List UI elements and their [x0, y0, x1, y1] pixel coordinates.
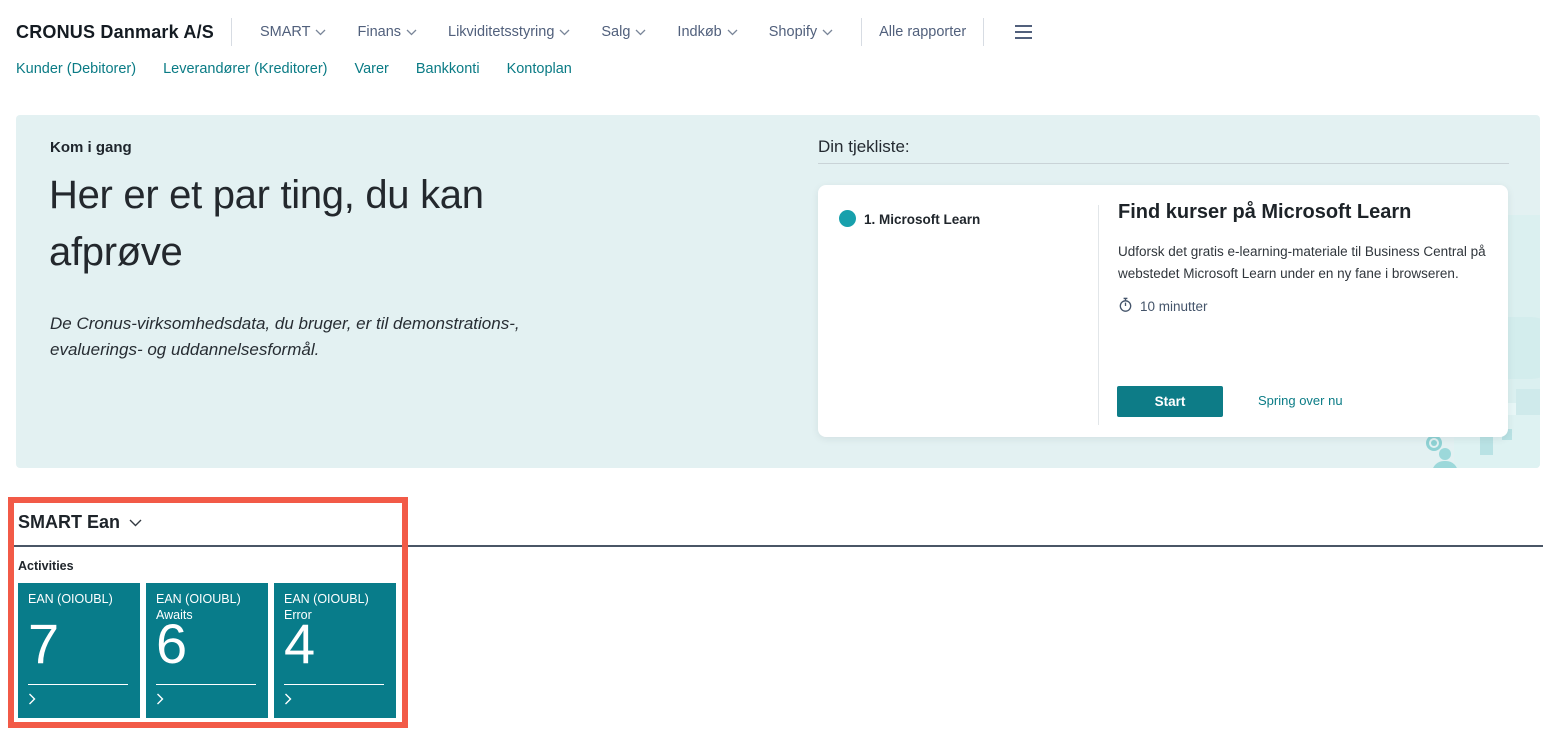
decor-block: [1480, 435, 1493, 455]
hero-title: Her er et par ting, du kan afprøve: [49, 173, 484, 274]
tile-ean-oioubl-awaits[interactable]: EAN (OIOUBL) Awaits 6: [146, 583, 268, 718]
gear-illustration: [1426, 435, 1442, 451]
activities-tiles: EAN (OIOUBL) 7 EAN (OIOUBL) Awaits 6 EAN …: [18, 583, 396, 718]
section-rule: [14, 545, 1543, 547]
nav-menu-finans[interactable]: Finans: [357, 24, 417, 40]
checklist-card-description: Udforsk det gratis e-learning-materiale …: [1118, 244, 1486, 281]
company-name[interactable]: CRONUS Danmark A/S: [16, 22, 214, 43]
link-varer[interactable]: Varer: [354, 61, 388, 77]
chevron-down-icon: [406, 29, 417, 36]
chevron-down-icon: [822, 29, 833, 36]
top-navigation: CRONUS Danmark A/S SMART Finans Likvidit…: [16, 16, 1033, 48]
nav-menu-label: Likviditetsstyring: [448, 24, 555, 40]
chevron-down-icon: [315, 29, 326, 36]
divider: [861, 18, 863, 46]
nav-menu-label: SMART: [259, 24, 311, 40]
divider: [230, 18, 232, 46]
chevron-right-icon: [284, 692, 292, 710]
nav-menu-indkob[interactable]: Indkøb: [677, 24, 738, 40]
business-central-home: CRONUS Danmark A/S SMART Finans Likvidit…: [0, 0, 1543, 741]
nav-all-reports[interactable]: Alle rapporter: [879, 24, 966, 40]
checklist-item-microsoft-learn[interactable]: 1. Microsoft Learn: [864, 212, 980, 227]
nav-menu-likviditetsstyring[interactable]: Likviditetsstyring: [448, 24, 570, 40]
sub-navigation: Kunder (Debitorer) Leverandører (Kredito…: [16, 61, 572, 77]
activities-label: Activities: [18, 559, 74, 573]
checklist-header: Din tjekliste:: [818, 137, 910, 156]
chevron-down-icon: [635, 29, 646, 36]
gear-illustration: [1431, 440, 1437, 446]
chevron-down-icon: [129, 519, 142, 527]
smart-ean-section-header[interactable]: SMART Ean: [18, 512, 142, 533]
chevron-down-icon: [559, 29, 570, 36]
tile-ean-oioubl[interactable]: EAN (OIOUBL) 7: [18, 583, 140, 718]
person-illustration: [1432, 461, 1458, 468]
hero-subtitle: De Cronus-virksomhedsdata, du bruger, er…: [50, 314, 520, 359]
hamburger-menu-icon[interactable]: [1015, 25, 1033, 39]
nav-menu-label: Salg: [601, 24, 631, 40]
tile-value: 7: [28, 612, 60, 675]
checklist-card: 1. Microsoft Learn Find kurser på Micros…: [818, 185, 1508, 437]
checklist-header-rule: [818, 163, 1509, 164]
checklist-step-dot-icon: [839, 210, 856, 227]
stopwatch-icon: [1118, 297, 1133, 316]
start-button[interactable]: Start: [1117, 386, 1223, 417]
decor-block: [1516, 389, 1540, 433]
nav-menu-label: Finans: [357, 24, 402, 40]
link-kunder-debitorer[interactable]: Kunder (Debitorer): [16, 61, 136, 77]
tile-value: 4: [284, 612, 316, 675]
get-started-label: Kom i gang: [50, 139, 132, 156]
tile-rule: [28, 684, 128, 685]
tile-rule: [284, 684, 384, 685]
nav-menu-shopify[interactable]: Shopify: [769, 24, 833, 40]
duration-text: 10 minutter: [1140, 299, 1208, 314]
skip-now-link[interactable]: Spring over nu: [1258, 393, 1343, 408]
nav-menu-smart[interactable]: SMART: [260, 24, 327, 40]
tile-label: EAN (OIOUBL): [28, 592, 113, 606]
tile-ean-oioubl-error[interactable]: EAN (OIOUBL) Error 4: [274, 583, 396, 718]
chevron-right-icon: [156, 692, 164, 710]
divider: [1098, 205, 1099, 425]
smart-ean-title: SMART Ean: [18, 512, 121, 532]
duration-row: 10 minutter: [1118, 297, 1208, 316]
checklist-card-title: Find kurser på Microsoft Learn: [1118, 201, 1412, 223]
divider: [983, 18, 985, 46]
chevron-down-icon: [727, 29, 738, 36]
nav-menus: SMART Finans Likviditetsstyring Salg Ind…: [260, 24, 833, 40]
nav-menu-label: Shopify: [768, 24, 818, 40]
nav-menu-salg[interactable]: Salg: [601, 24, 646, 40]
chevron-right-icon: [28, 692, 36, 710]
get-started-panel: Kom i gang Her er et par ting, du kan af…: [16, 115, 1540, 468]
link-bankkonti[interactable]: Bankkonti: [416, 61, 480, 77]
link-leverandorer-kreditorer[interactable]: Leverandører (Kreditorer): [163, 61, 327, 77]
person-illustration: [1439, 448, 1451, 460]
tile-value: 6: [156, 612, 188, 675]
link-kontoplan[interactable]: Kontoplan: [507, 61, 572, 77]
nav-menu-label: Indkøb: [677, 24, 722, 40]
tile-rule: [156, 684, 256, 685]
